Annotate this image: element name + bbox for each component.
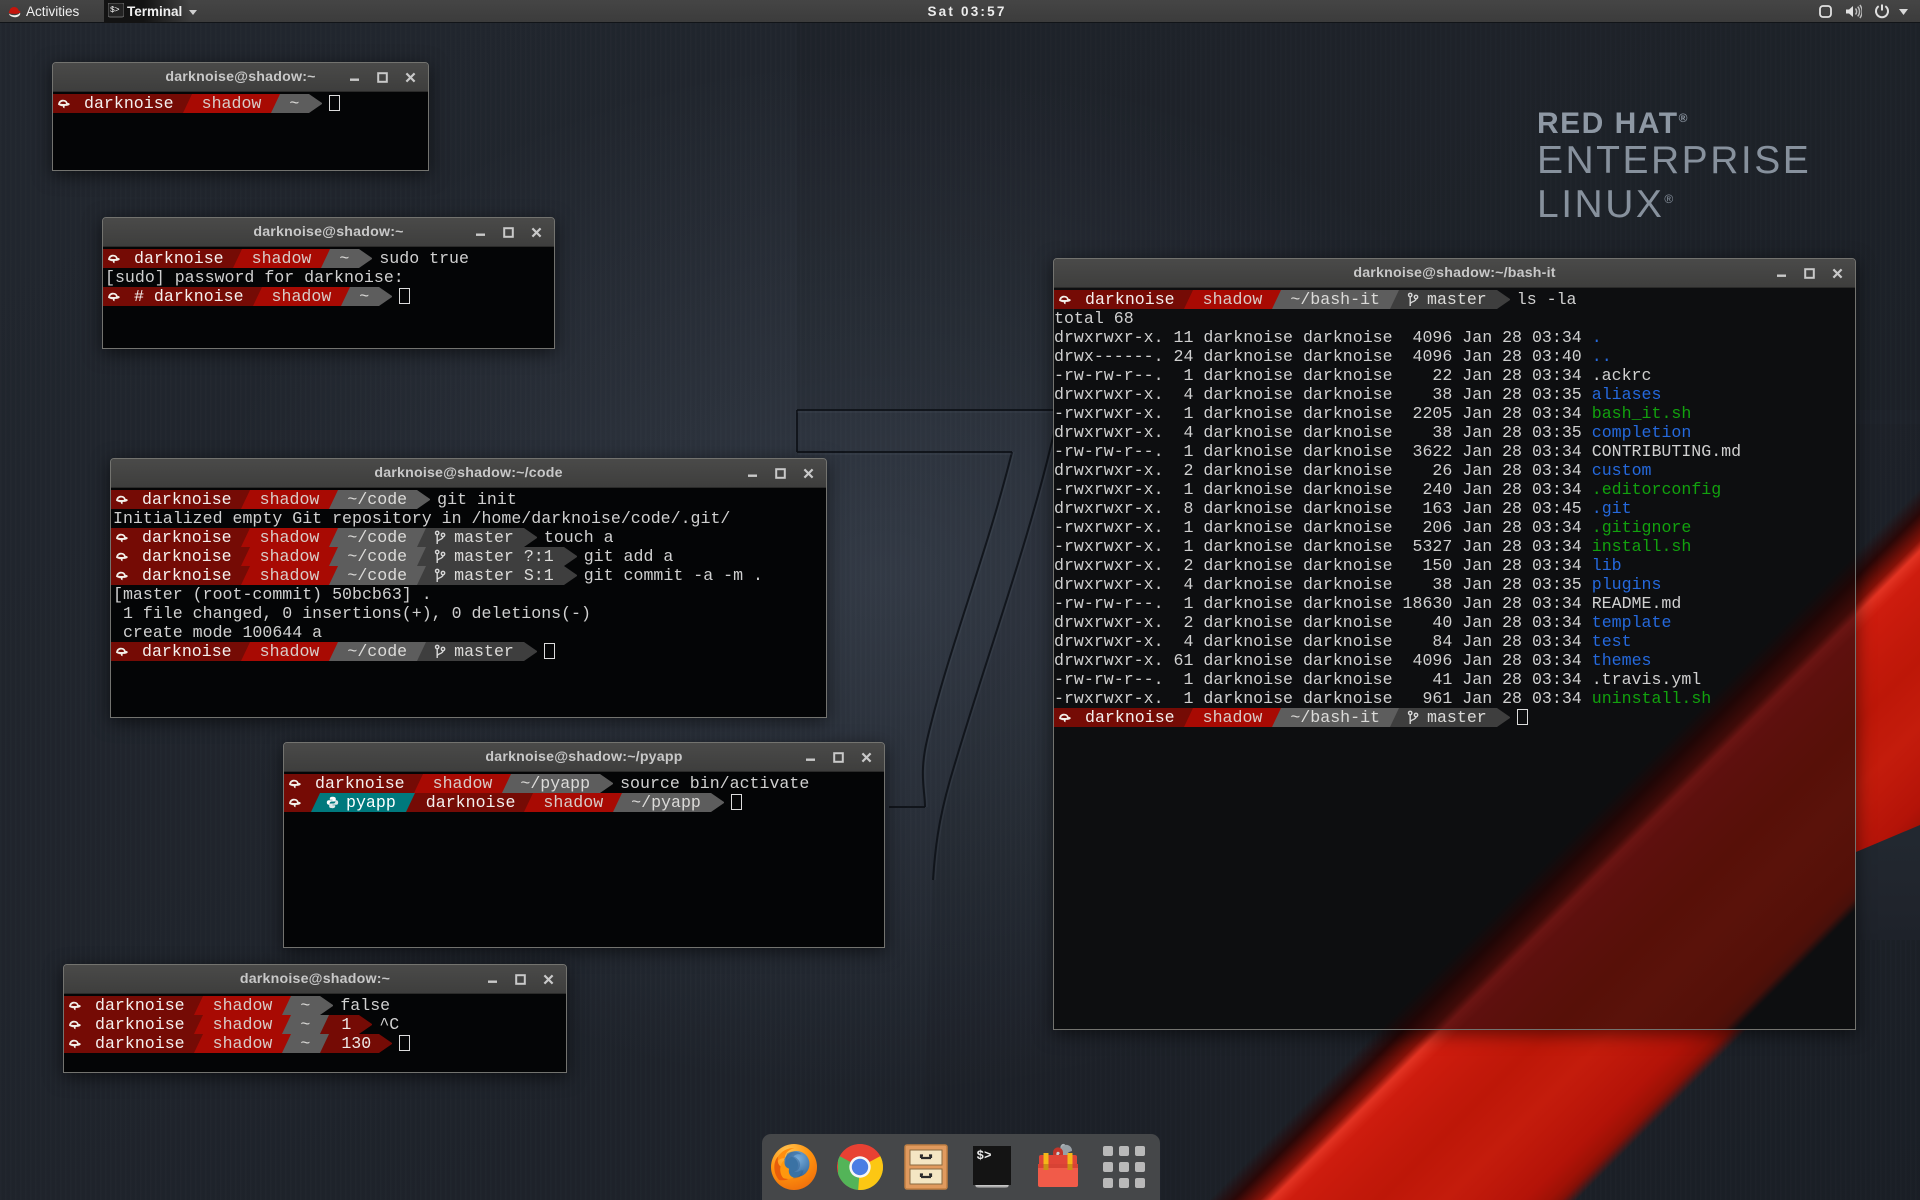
svg-text:$>: $> — [977, 1149, 992, 1163]
svg-text:$>: $> — [110, 6, 120, 15]
